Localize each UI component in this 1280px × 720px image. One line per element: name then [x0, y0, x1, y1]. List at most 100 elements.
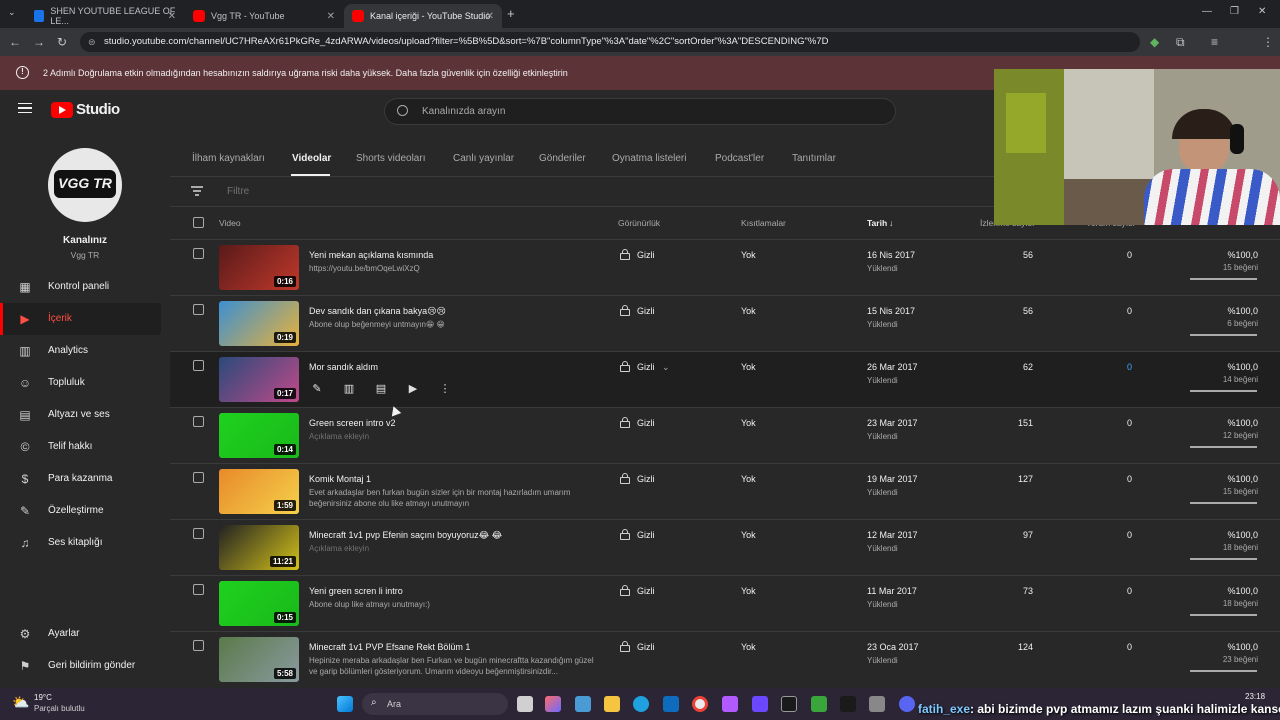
sidebar-item-community[interactable]: ☺ Topluluk [0, 367, 161, 399]
video-thumbnail[interactable]: 0:15 [219, 581, 299, 626]
sidebar-item-content[interactable]: ▶ İçerik [0, 303, 161, 335]
video-title[interactable]: Yeni mekan açıklama kısmında [309, 250, 433, 260]
extensions-puzzle-icon[interactable]: ⧉ [1176, 35, 1185, 50]
video-title[interactable]: Mor sandık aldım [309, 362, 378, 372]
more-options-icon[interactable]: ⋮ [437, 381, 453, 397]
row-checkbox[interactable] [193, 584, 204, 595]
row-checkbox[interactable] [193, 304, 204, 315]
weather-desc[interactable]: Parçalı bulutlu [34, 704, 85, 713]
weather-temp[interactable]: 19°C [34, 693, 52, 702]
tab-search-icon[interactable]: ⌄ [8, 7, 16, 18]
channel-avatar[interactable]: VGG TR [48, 148, 122, 222]
video-title[interactable]: Minecraft 1v1 pvp Efenin saçını boyuyoru… [309, 530, 502, 541]
browser-tab-1[interactable]: SHEN YOUTUBE LEAGUE OF LE... ✕ [26, 4, 184, 28]
comment-count[interactable]: 0 [1092, 418, 1132, 428]
visibility-dropdown-chevron-down-icon[interactable]: ⌄ [662, 362, 670, 373]
sidebar-item-copyright[interactable]: © Telif hakkı [0, 431, 161, 463]
sidebar-item-subtitles[interactable]: ▤ Altyazı ve ses [0, 399, 161, 431]
video-title[interactable]: Komik Montaj 1 [309, 474, 371, 484]
sidebar-item-settings[interactable]: ⚙ Ayarlar [0, 618, 161, 650]
video-title[interactable]: Green screen intro v2 [309, 418, 396, 428]
view-count[interactable]: 62 [993, 362, 1033, 372]
filter-icon[interactable] [191, 186, 203, 196]
comment-count[interactable]: 0 [1092, 362, 1132, 372]
maximize-icon[interactable]: ❐ [1230, 6, 1239, 17]
video-description[interactable]: Açıklama ekleyin [309, 431, 599, 442]
app-icon[interactable] [811, 696, 827, 712]
visibility-value[interactable]: Gizli [637, 306, 655, 316]
row-checkbox[interactable] [193, 360, 204, 371]
view-count[interactable]: 56 [993, 250, 1033, 260]
close-window-icon[interactable]: ✕ [1258, 6, 1266, 17]
close-tab-icon[interactable]: ✕ [486, 11, 494, 22]
url-field[interactable]: ⊜ studio.youtube.com/channel/UC7HReAXr61… [80, 32, 1140, 52]
tab-inspiration[interactable]: İlham kaynakları [192, 153, 265, 164]
sidebar-item-audio-library[interactable]: ♫ Ses kitaplığı [0, 527, 161, 559]
tab-posts[interactable]: Gönderiler [539, 153, 586, 164]
header-restrictions[interactable]: Kısıtlamalar [741, 218, 786, 228]
visibility-value[interactable]: Gizli [637, 642, 655, 652]
minimize-icon[interactable]: — [1202, 6, 1212, 17]
extension-icon[interactable]: ◆ [1150, 35, 1159, 49]
app-icon[interactable] [840, 696, 856, 712]
close-tab-icon[interactable]: ✕ [168, 11, 176, 22]
media-controls-icon[interactable]: ≡ [1211, 35, 1218, 49]
app-icon[interactable] [722, 696, 738, 712]
reload-icon[interactable]: ↻ [57, 35, 67, 49]
video-thumbnail[interactable]: 0:17 [219, 357, 299, 402]
sidebar-item-dashboard[interactable]: ▦ Kontrol paneli [0, 271, 161, 303]
header-visibility[interactable]: Görünürlük [618, 218, 660, 228]
task-view-icon[interactable] [517, 696, 533, 712]
visibility-value[interactable]: Gizli [637, 250, 655, 260]
tab-videos[interactable]: Videolar [292, 153, 331, 164]
analytics-icon[interactable]: ▥ [341, 381, 357, 397]
discord-icon[interactable] [899, 696, 915, 712]
sidebar-item-analytics[interactable]: ▥ Analytics [0, 335, 161, 367]
filter-input[interactable]: Filtre [227, 186, 249, 197]
sidebar-item-customization[interactable]: ✎ Özelleştirme [0, 495, 161, 527]
comments-icon[interactable]: ▤ [373, 381, 389, 397]
video-thumbnail[interactable]: 0:14 [219, 413, 299, 458]
sort-down-arrow-icon[interactable]: ↓ [889, 218, 893, 228]
view-count[interactable]: 73 [993, 586, 1033, 596]
row-checkbox[interactable] [193, 416, 204, 427]
header-date[interactable]: Tarih [867, 218, 887, 228]
app-icon[interactable] [752, 696, 768, 712]
outlook-icon[interactable] [663, 696, 679, 712]
obs-icon[interactable] [781, 696, 797, 712]
taskbar-search[interactable]: ⌕ Ara [362, 693, 508, 715]
app-icon[interactable] [575, 696, 591, 712]
settings-gear-icon[interactable] [869, 696, 885, 712]
select-all-checkbox[interactable] [193, 217, 204, 228]
youtube-logo-icon[interactable] [51, 102, 73, 118]
browser-tab-3[interactable]: Kanal içeriği - YouTube Studio ✕ [344, 4, 502, 28]
sidebar-item-feedback[interactable]: ⚑ Geri bildirim gönder [0, 650, 161, 682]
visibility-value[interactable]: Gizli [637, 474, 655, 484]
tab-shorts[interactable]: Shorts videoları [356, 153, 425, 164]
new-tab-button[interactable]: + [507, 6, 515, 21]
edge-browser-icon[interactable] [633, 696, 649, 712]
weather-icon[interactable]: ⛅ [12, 694, 29, 711]
view-count[interactable]: 124 [993, 642, 1033, 652]
hamburger-menu-icon[interactable] [18, 103, 32, 113]
visibility-value[interactable]: Gizli [637, 362, 655, 372]
browser-tab-2[interactable]: Vgg TR - YouTube ✕ [185, 4, 343, 28]
video-title[interactable]: Yeni green scren li intro [309, 586, 403, 596]
video-title[interactable]: Minecraft 1v1 PVP Efsane Rekt Bölüm 1 [309, 642, 470, 652]
comment-count[interactable]: 0 [1092, 586, 1132, 596]
clock-time[interactable]: 23:18 [1245, 692, 1265, 701]
sidebar-item-monetization[interactable]: $ Para kazanma [0, 463, 161, 495]
comment-count[interactable]: 0 [1092, 530, 1132, 540]
comment-count[interactable]: 0 [1092, 306, 1132, 316]
row-checkbox[interactable] [193, 472, 204, 483]
view-count[interactable]: 56 [993, 306, 1033, 316]
tab-playlists[interactable]: Oynatma listeleri [612, 153, 686, 164]
video-thumbnail[interactable]: 5:58 [219, 637, 299, 682]
youtube-view-icon[interactable]: ▶ [405, 381, 421, 397]
tab-podcasts[interactable]: Podcast'ler [715, 153, 764, 164]
tab-promotions[interactable]: Tanıtımlar [792, 153, 836, 164]
view-count[interactable]: 151 [993, 418, 1033, 428]
comment-count[interactable]: 0 [1092, 474, 1132, 484]
visibility-value[interactable]: Gizli [637, 530, 655, 540]
row-checkbox[interactable] [193, 248, 204, 259]
